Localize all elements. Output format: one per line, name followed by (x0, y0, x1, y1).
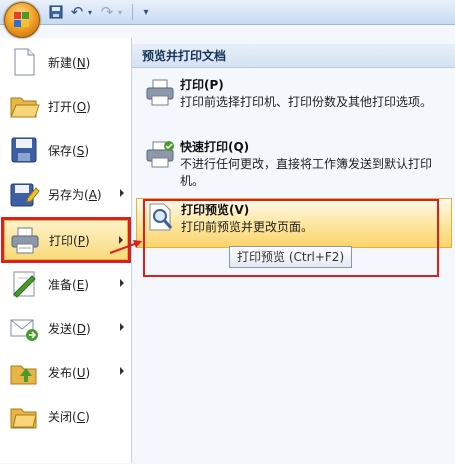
publish-icon (8, 356, 40, 388)
redo-dropdown-icon[interactable]: ▾ (116, 4, 124, 20)
undo-dropdown-icon[interactable]: ▾ (86, 4, 94, 20)
redo-icon[interactable]: ↷ (100, 3, 114, 21)
menu-item-label: 准备(E) (48, 277, 89, 292)
customize-toolbar-icon[interactable]: ▾ (140, 4, 152, 20)
submenu-header: 预览并打印文档 (132, 44, 455, 68)
menu-item-print[interactable]: 打印(P) (1, 217, 131, 263)
toolbar-separator (132, 4, 133, 20)
print-icon (9, 224, 41, 256)
menu-item-label: 打开(O) (48, 99, 91, 114)
submenu-arrow-icon (120, 279, 124, 287)
undo-icon[interactable]: ↶ (70, 3, 84, 21)
new-document-icon (8, 46, 40, 78)
send-icon (8, 312, 40, 344)
quick-print-icon (144, 138, 176, 170)
prepare-icon (8, 268, 40, 300)
menu-item-label: 新建(N) (48, 55, 91, 70)
menu-item-publish[interactable]: 发布(U) (4, 352, 128, 392)
menu-item-prepare[interactable]: 准备(E) (4, 264, 128, 304)
submenu-item-print[interactable]: 打印(P) 打印前选择打印机、打印份数及其他打印选项。 (136, 74, 452, 130)
menu-item-open[interactable]: 打开(O) (4, 86, 128, 126)
menu-item-label: 保存(S) (48, 143, 89, 158)
menu-item-save[interactable]: 保存(S) (4, 130, 128, 170)
save-as-icon (8, 178, 40, 210)
menu-item-label: 关闭(C) (48, 409, 90, 424)
open-folder-icon (8, 90, 40, 122)
menu-item-label: 发布(U) (48, 365, 91, 380)
menu-item-label: 打印(P) (49, 233, 90, 248)
submenu-item-quick-print[interactable]: 快速打印(Q) 不进行任何更改，直接将工作簿发送到默认打印机。 (136, 136, 452, 192)
quick-access-toolbar: ↶ ▾ ↷ ▾ ▾ (0, 0, 455, 25)
printer-icon (144, 76, 176, 108)
save-disk-icon (8, 134, 40, 166)
submenu-item-description: 打印前选择打印机、打印份数及其他打印选项。 (180, 95, 433, 109)
submenu-arrow-icon (120, 367, 124, 375)
print-preview-tooltip: 打印预览 (Ctrl+F2) (229, 246, 353, 268)
menu-item-send[interactable]: 发送(D) (4, 308, 128, 348)
close-folder-icon (8, 400, 40, 432)
submenu-item-description: 不进行任何更改，直接将工作簿发送到默认打印机。 (180, 157, 433, 188)
submenu-arrow-icon (120, 189, 124, 197)
menu-item-save-as[interactable]: 另存为(A) (4, 174, 128, 214)
submenu-arrow-icon (120, 323, 124, 331)
submenu-item-title: 打印(P) (180, 78, 224, 92)
menu-item-close[interactable]: 关闭(C) (4, 396, 128, 436)
submenu-item-title: 快速打印(Q) (180, 140, 250, 154)
menu-item-new[interactable]: 新建(N) (4, 42, 128, 82)
office-button[interactable] (4, 2, 40, 38)
submenu-arrow-icon (119, 236, 123, 244)
menu-item-label: 发送(D) (48, 321, 91, 336)
save-icon[interactable] (48, 4, 64, 20)
office-logo-icon (14, 12, 30, 28)
menu-item-label: 另存为(A) (48, 187, 102, 202)
